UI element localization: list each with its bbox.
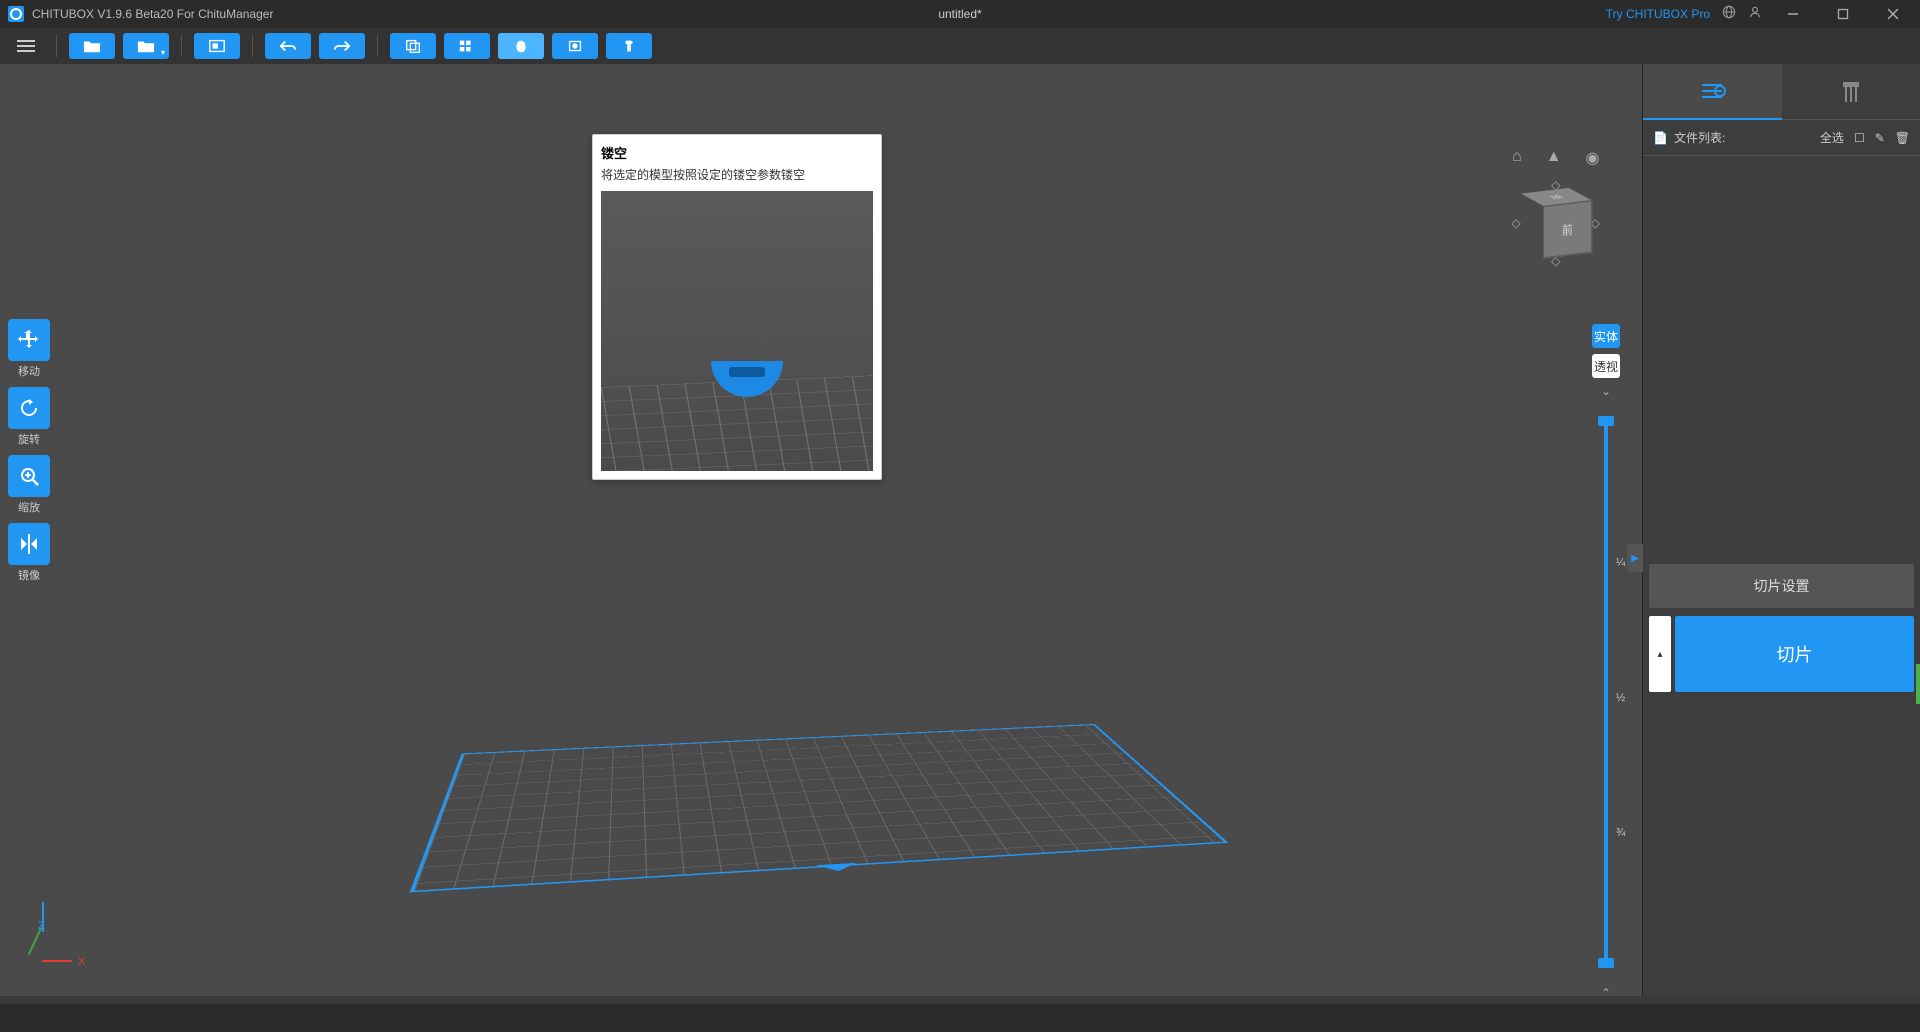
select-all-label[interactable]: 全选 [1820, 129, 1844, 146]
document-title: untitled* [938, 7, 981, 21]
viewport[interactable]: 移动 旋转 缩放 镜像 镂空 将选定的模型按照设定的镂空参数镂空 X Z [0, 64, 1920, 1004]
scale-tool-label: 缩放 [18, 499, 40, 515]
window-minimize-button[interactable] [1774, 0, 1812, 28]
nav-cube-left-arrow[interactable]: ◇ [1512, 216, 1521, 230]
file-list-label: 文件列表: [1674, 129, 1725, 146]
slider-up-chevron[interactable]: ⌄ [1601, 384, 1611, 398]
language-icon[interactable] [1722, 5, 1736, 24]
visibility-icon[interactable]: ◉ [1586, 148, 1600, 168]
delete-icon[interactable]: 🗑 [1895, 131, 1910, 145]
save-file-button[interactable]: ▾ [123, 33, 169, 59]
progress-indicator [1916, 664, 1920, 704]
file-list-body [1643, 156, 1920, 176]
slice-options-toggle[interactable]: ▴ [1649, 616, 1671, 692]
slice-button[interactable]: 切片 [1675, 616, 1914, 692]
toolbar-divider [56, 35, 57, 57]
home-view-icon[interactable]: ⌂ [1512, 148, 1522, 168]
mirror-tool-label: 镜像 [18, 567, 40, 583]
tooltip-preview-image [601, 191, 873, 471]
auto-layout-button[interactable] [444, 33, 490, 59]
panel-expand-toggle[interactable]: ▶ [1627, 544, 1643, 572]
support-tab[interactable] [1782, 64, 1920, 120]
copy-button[interactable] [390, 33, 436, 59]
navigation-cube[interactable]: ⌂ ▲ ◉ ◇ ◇ 顶 前 ◇ ◇ [1512, 148, 1600, 272]
solid-view-button[interactable]: 实体 [1592, 324, 1620, 348]
open-file-button[interactable] [69, 33, 115, 59]
rotate-tool-button[interactable] [8, 387, 50, 429]
toolbar-divider [252, 35, 253, 57]
xray-view-button[interactable]: 透视 [1592, 354, 1620, 378]
nav-cube-right-arrow[interactable]: ◇ [1591, 216, 1600, 230]
slider-mark-quarter: ¼ [1616, 557, 1625, 569]
slice-settings-button[interactable]: 切片设置 [1649, 564, 1914, 608]
window-maximize-button[interactable] [1824, 0, 1862, 28]
menu-button[interactable] [8, 32, 44, 60]
toolbar-divider [377, 35, 378, 57]
scale-tool-button[interactable] [8, 455, 50, 497]
undo-button[interactable] [265, 33, 311, 59]
build-plate [410, 724, 1229, 892]
axis-x-label: X [78, 956, 85, 968]
axis-gizmo: X Z [28, 916, 88, 976]
transform-tools: 移动 旋转 缩放 镜像 [8, 319, 50, 583]
user-icon[interactable] [1748, 5, 1762, 24]
select-all-checkbox[interactable]: ☐ [1854, 131, 1865, 145]
mirror-tool-button[interactable] [8, 523, 50, 565]
title-bar: CHITUBOX V1.9.6 Beta20 For ChituManager … [0, 0, 1920, 28]
screenshot-button[interactable] [194, 33, 240, 59]
dig-hole-button[interactable] [552, 33, 598, 59]
toolbar: ▾ [0, 28, 1920, 64]
file-list-icon: 📄 [1653, 131, 1668, 145]
view-cube[interactable]: 顶 前 [1531, 194, 1580, 252]
slider-handle-top[interactable] [1598, 416, 1614, 426]
toolbar-divider [181, 35, 182, 57]
app-title: CHITUBOX V1.9.6 Beta20 For ChituManager [32, 7, 273, 21]
slider-mark-half: ½ [1616, 692, 1625, 704]
try-pro-link[interactable]: Try CHITUBOX Pro [1606, 7, 1710, 21]
right-panel: 📄 文件列表: 全选 ☐ ✎ 🗑 ▶ 切片设置 ▴ 切片 [1642, 64, 1920, 1004]
move-tool-button[interactable] [8, 319, 50, 361]
settings-tab[interactable] [1643, 64, 1782, 120]
redo-button[interactable] [319, 33, 365, 59]
layer-slider: 实体 透视 ⌄ ¼ ½ ¾ ⌃ [1592, 324, 1620, 1000]
layer-slider-track[interactable]: ¼ ½ ¾ [1604, 422, 1608, 962]
tooltip-title: 镂空 [601, 143, 873, 162]
hollow-button[interactable] [498, 33, 544, 59]
perspective-icon[interactable]: ▲ [1546, 148, 1562, 168]
tooltip-description: 将选定的模型按照设定的镂空参数镂空 [601, 166, 873, 183]
edit-icon[interactable]: ✎ [1875, 131, 1885, 145]
slider-mark-three-quarter: ¾ [1616, 827, 1625, 839]
file-list-header: 📄 文件列表: 全选 ☐ ✎ 🗑 [1643, 120, 1920, 156]
slider-handle-bottom[interactable] [1598, 958, 1614, 968]
move-tool-label: 移动 [18, 363, 40, 379]
cube-front-face[interactable]: 前 [1543, 200, 1592, 258]
hollow-tooltip: 镂空 将选定的模型按照设定的镂空参数镂空 [592, 134, 882, 480]
repair-button[interactable] [606, 33, 652, 59]
axis-z-label: Z [38, 920, 45, 932]
app-logo-icon [8, 6, 24, 22]
status-bar [0, 1004, 1920, 1032]
window-close-button[interactable] [1874, 0, 1912, 28]
rotate-tool-label: 旋转 [18, 431, 40, 447]
